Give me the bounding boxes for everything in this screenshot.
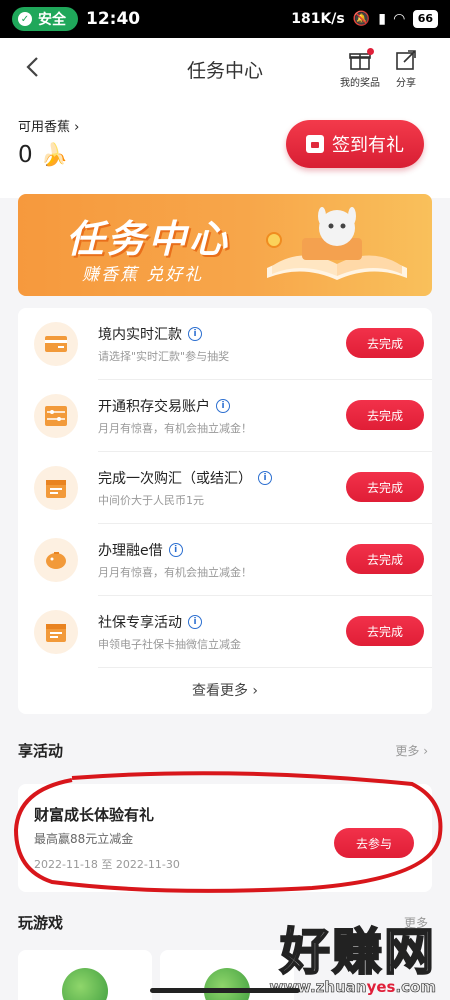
info-icon[interactable]: i xyxy=(188,327,202,341)
games-section-title: 玩游戏 xyxy=(18,914,64,932)
task-desc: 中间价大于人民币1元 xyxy=(98,494,204,507)
info-icon[interactable]: i xyxy=(168,543,183,557)
info-icon[interactable]: i xyxy=(216,399,230,413)
banana-icon: 🍌 xyxy=(40,142,69,168)
my-prizes-button[interactable]: 我的奖品 xyxy=(338,48,382,89)
task-desc: 请选择"实时汇款"参与抽奖 xyxy=(98,350,230,363)
game-illustration xyxy=(204,968,250,1000)
info-icon[interactable]: i xyxy=(258,471,272,485)
watermark-url-a: www.zhuan xyxy=(269,978,367,997)
activities-more-link[interactable]: 更多 › xyxy=(395,742,428,759)
watermark-url-b: yes xyxy=(366,978,396,996)
banana-count: 0 xyxy=(18,142,33,168)
watermark-url-c: .com xyxy=(395,978,436,997)
status-bar: ✓ 安全 12:40 181K/s 🔕 ▮ ◠ 66 xyxy=(0,0,450,38)
network-speed: 181K/s xyxy=(291,11,345,27)
banana-balance-label: 可用香蕉 xyxy=(18,120,71,135)
share-icon xyxy=(396,50,416,70)
watermark-title: 好赚网 xyxy=(279,922,436,982)
game-card[interactable] xyxy=(18,950,152,1000)
home-indicator[interactable] xyxy=(150,988,300,993)
abacus-icon xyxy=(34,394,78,438)
task-title: 社保专享活动 xyxy=(98,615,182,631)
wifi-icon: ◠ xyxy=(393,11,405,27)
calendar-icon xyxy=(34,466,78,510)
watermark-url: www.zhuanyes.com xyxy=(269,978,436,997)
info-icon[interactable]: i xyxy=(188,615,202,629)
task-desc: 月月有惊喜，有机会抽立减金！ xyxy=(98,422,252,435)
chevron-right-icon: › xyxy=(252,683,259,699)
book-mascot-illustration xyxy=(267,207,407,280)
activity-title: 财富成长体验有礼 xyxy=(34,806,155,824)
view-more-label: 查看更多 xyxy=(191,683,248,699)
status-time: 12:40 xyxy=(86,9,141,29)
card-transfer-icon xyxy=(34,322,78,366)
task-desc: 申领电子社保卡抽微信立减金 xyxy=(98,638,241,651)
calendar-icon xyxy=(34,610,78,654)
page-title: 任务中心 xyxy=(186,60,263,82)
share-label: 分享 xyxy=(396,78,416,89)
complete-task-button[interactable]: 去完成 xyxy=(346,544,424,574)
banana-balance-area: 可用香蕉 › 0 🍌 签到有礼 xyxy=(0,98,450,198)
calendar-icon xyxy=(306,135,324,153)
safe-label: 安全 xyxy=(38,12,66,28)
divider xyxy=(98,667,432,668)
complete-task-button[interactable]: 去完成 xyxy=(346,328,424,358)
task-row: 开通积存交易账户 i 月月有惊喜，有机会抽立减金！ 去完成 xyxy=(18,380,432,452)
nav-header: 任务中心 我的奖品 分享 xyxy=(0,38,450,98)
banana-balance-link[interactable]: 可用香蕉 › xyxy=(18,116,79,135)
task-row: 完成一次购汇（或结汇） i 中间价大于人民币1元 去完成 xyxy=(18,452,432,524)
task-title: 办理融e借 xyxy=(98,543,163,559)
activity-date: 2022-11-18 至 2022-11-30 xyxy=(34,858,180,871)
shield-icon: ✓ xyxy=(18,12,32,26)
task-row: 社保专享活动 i 申领电子社保卡抽微信立减金 去完成 xyxy=(18,596,432,668)
safe-badge[interactable]: ✓ 安全 xyxy=(12,7,78,31)
task-title: 开通积存交易账户 xyxy=(98,399,210,415)
activities-section-title: 享活动 xyxy=(18,742,64,760)
share-button[interactable]: 分享 xyxy=(384,48,428,89)
page-content: 可用香蕉 › 0 🍌 签到有礼 任务中心 赚香蕉 兑好礼 境内实时汇款 i 请选… xyxy=(0,98,450,1000)
task-desc: 月月有惊喜，有机会抽立减金！ xyxy=(98,566,252,579)
activity-card[interactable]: 财富成长体验有礼 最高赢88元立减金 2022-11-18 至 2022-11-… xyxy=(18,784,432,892)
task-row: 境内实时汇款 i 请选择"实时汇款"参与抽奖 去完成 xyxy=(18,308,432,380)
signal-icon: ▮ xyxy=(378,11,386,27)
task-title: 完成一次购汇（或结汇） xyxy=(98,471,252,487)
task-row: 办理融e借 i 月月有惊喜，有机会抽立减金！ 去完成 xyxy=(18,524,432,596)
task-center-banner: 任务中心 赚香蕉 兑好礼 xyxy=(18,194,432,296)
join-activity-button[interactable]: 去参与 xyxy=(334,828,414,858)
banner-subtitle: 赚香蕉 兑好礼 xyxy=(82,265,204,285)
complete-task-button[interactable]: 去完成 xyxy=(346,616,424,646)
game-illustration xyxy=(62,968,108,1000)
view-more-tasks-link[interactable]: 查看更多 › xyxy=(18,680,432,700)
signin-label: 签到有礼 xyxy=(332,135,404,156)
chevron-right-icon: › xyxy=(423,744,428,758)
my-prizes-label: 我的奖品 xyxy=(340,78,380,89)
signin-button[interactable]: 签到有礼 xyxy=(286,120,424,168)
complete-task-button[interactable]: 去完成 xyxy=(346,400,424,430)
task-list-card: 境内实时汇款 i 请选择"实时汇款"参与抽奖 去完成 开通积存交易账户 i 月月有惊… xyxy=(18,308,432,714)
chevron-right-icon: › xyxy=(74,120,80,135)
battery-icon: 66 xyxy=(412,10,438,28)
mute-icon: 🔕 xyxy=(352,11,371,27)
notification-dot xyxy=(367,48,374,55)
piggy-bank-icon xyxy=(34,538,78,582)
task-title: 境内实时汇款 xyxy=(98,327,182,343)
complete-task-button[interactable]: 去完成 xyxy=(346,472,424,502)
banana-count-row: 0 🍌 xyxy=(18,142,68,168)
activity-desc: 最高赢88元立减金 xyxy=(34,832,134,846)
activities-more-label: 更多 xyxy=(395,744,420,758)
site-watermark: 好赚网 www.zhuanyes.com xyxy=(269,912,436,996)
banner-title: 任务中心 xyxy=(66,217,231,261)
